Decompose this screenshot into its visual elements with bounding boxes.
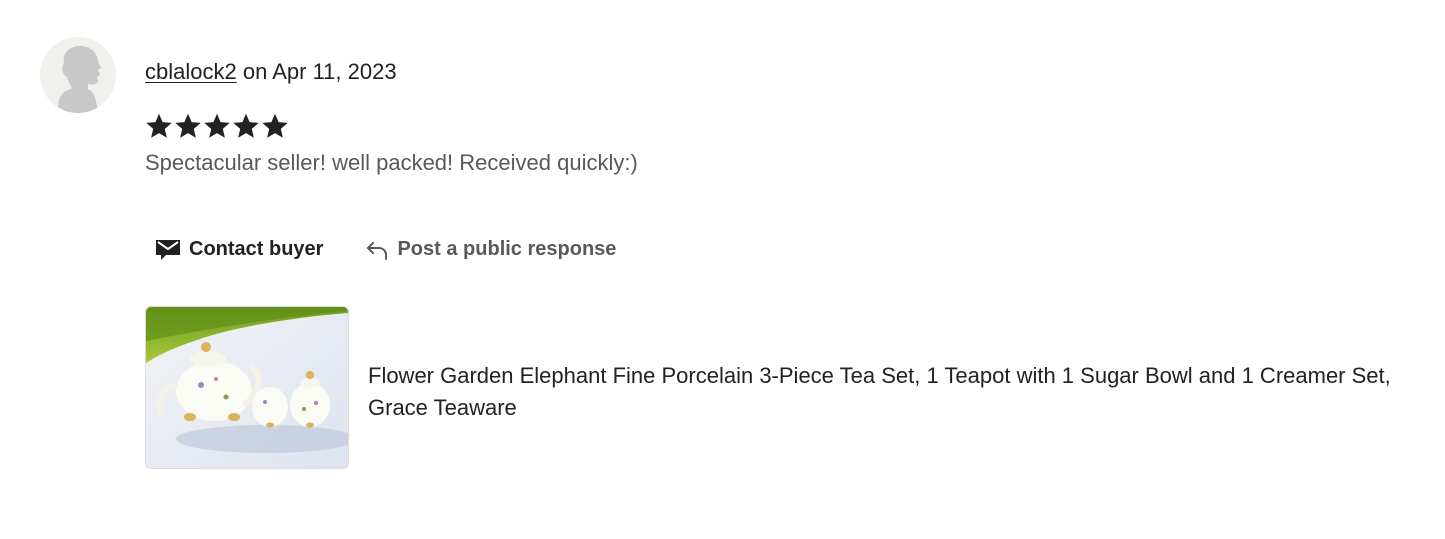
star-rating xyxy=(145,112,289,142)
contact-buyer-button[interactable]: Contact buyer xyxy=(155,236,323,262)
star-icon xyxy=(232,112,260,142)
review-header: cblalock2 on Apr 11, 2023 xyxy=(145,58,397,86)
avatar[interactable] xyxy=(40,37,116,113)
tea-set-photo xyxy=(146,307,348,468)
post-public-response-button[interactable]: Post a public response xyxy=(365,237,616,261)
star-icon xyxy=(174,112,202,142)
listing-thumbnail[interactable] xyxy=(145,306,349,469)
post-public-response-label: Post a public response xyxy=(397,237,617,260)
review-text: Spectacular seller! well packed! Receive… xyxy=(145,150,638,175)
date-prefix: on xyxy=(242,59,268,84)
star-icon xyxy=(203,112,231,142)
listing-title-link[interactable]: Flower Garden Elephant Fine Porcelain 3-… xyxy=(368,360,1428,424)
contact-buyer-label: Contact buyer xyxy=(189,237,324,260)
review-actions: Contact buyer Post a public response xyxy=(155,233,616,265)
star-icon xyxy=(145,112,173,142)
star-icon xyxy=(261,112,289,142)
default-user-icon xyxy=(58,45,101,113)
reviewer-name-link[interactable]: cblalock2 xyxy=(145,59,237,84)
review-date: Apr 11, 2023 xyxy=(272,59,397,84)
envelope-icon xyxy=(155,236,183,262)
reply-arrow-icon xyxy=(365,237,389,261)
